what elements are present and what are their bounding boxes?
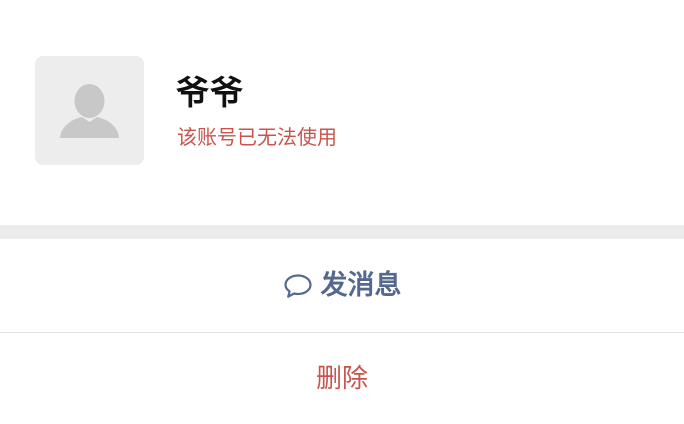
send-message-button[interactable]: 发消息 bbox=[0, 239, 684, 332]
delete-button[interactable]: 删除 bbox=[0, 333, 684, 424]
contact-name: 爷爷 bbox=[176, 73, 244, 112]
section-divider bbox=[0, 225, 684, 239]
avatar[interactable] bbox=[35, 56, 144, 165]
send-message-label: 发消息 bbox=[320, 269, 402, 301]
contact-profile-page: 爷爷 该账号已无法使用 发消息 删除 bbox=[0, 0, 684, 424]
profile-header: 爷爷 该账号已无法使用 bbox=[0, 0, 684, 225]
delete-label: 删除 bbox=[315, 363, 368, 394]
account-status-text: 该账号已无法使用 bbox=[177, 125, 337, 149]
chat-bubble-icon bbox=[283, 273, 312, 298]
default-avatar-icon bbox=[60, 84, 119, 138]
